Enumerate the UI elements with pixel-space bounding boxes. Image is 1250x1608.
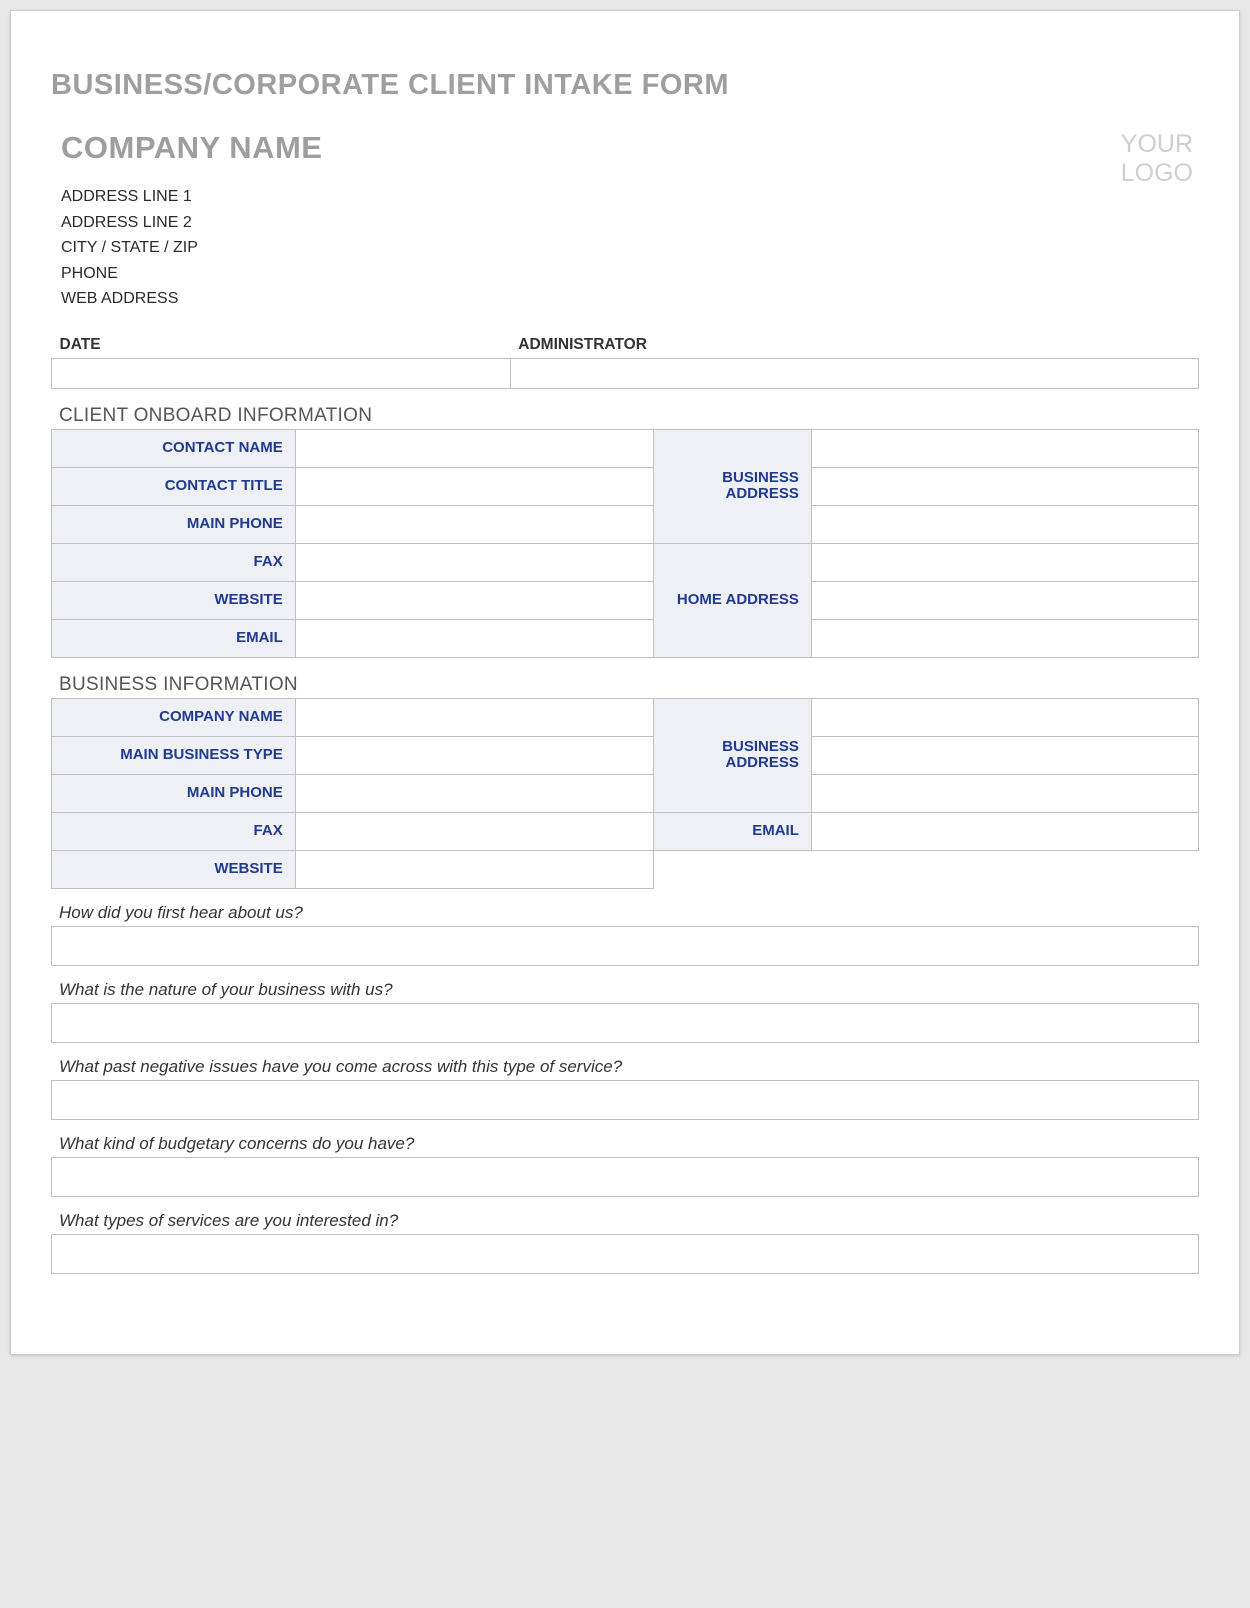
home-address-line3-input[interactable] xyxy=(811,619,1198,657)
administrator-label: ADMINISTRATOR xyxy=(518,336,647,353)
question-1-label: How did you first hear about us? xyxy=(59,903,1199,923)
form-main-title: BUSINESS/CORPORATE CLIENT INTAKE FORM xyxy=(51,69,1199,102)
question-2-input[interactable] xyxy=(51,1003,1199,1043)
company-name-heading: COMPANY NAME xyxy=(61,130,322,166)
question-5-input[interactable] xyxy=(51,1234,1199,1274)
city-state-zip: CITY / STATE / ZIP xyxy=(61,235,322,261)
question-3-input[interactable] xyxy=(51,1080,1199,1120)
address-line-1: ADDRESS LINE 1 xyxy=(61,184,322,210)
bi-website-input[interactable] xyxy=(295,850,653,888)
bi-business-address-line2-input[interactable] xyxy=(811,736,1198,774)
bi-main-phone-input[interactable] xyxy=(295,774,653,812)
home-address-label: HOME ADDRESS xyxy=(654,543,812,657)
email-input[interactable] xyxy=(295,619,653,657)
question-4-label: What kind of budgetary concerns do you h… xyxy=(59,1134,1199,1154)
website-label: WEBSITE xyxy=(52,581,296,619)
bi-email-input[interactable] xyxy=(811,812,1198,850)
bi-fax-input[interactable] xyxy=(295,812,653,850)
question-4-input[interactable] xyxy=(51,1157,1199,1197)
email-label: EMAIL xyxy=(52,619,296,657)
bi-company-name-input[interactable] xyxy=(295,698,653,736)
header-row: COMPANY NAME ADDRESS LINE 1 ADDRESS LINE… xyxy=(51,130,1199,312)
bi-website-label: WEBSITE xyxy=(52,850,296,888)
business-address-line3-input[interactable] xyxy=(811,505,1198,543)
question-3-label: What past negative issues have you come … xyxy=(59,1057,1199,1077)
business-address-label: BUSINESS ADDRESS xyxy=(654,429,812,543)
contact-title-label: CONTACT TITLE xyxy=(52,467,296,505)
contact-name-label: CONTACT NAME xyxy=(52,429,296,467)
main-phone-input[interactable] xyxy=(295,505,653,543)
date-admin-table: DATE ADMINISTRATOR xyxy=(51,332,1199,389)
client-onboard-heading: CLIENT ONBOARD INFORMATION xyxy=(59,405,1199,427)
logo-line-2: LOGO xyxy=(1121,159,1193,188)
business-address-line2-input[interactable] xyxy=(811,467,1198,505)
fax-label: FAX xyxy=(52,543,296,581)
bi-company-name-label: COMPANY NAME xyxy=(52,698,296,736)
bi-fax-label: FAX xyxy=(52,812,296,850)
logo-placeholder: YOUR LOGO xyxy=(1121,130,1193,188)
client-onboard-table: CONTACT NAME BUSINESS ADDRESS CONTACT TI… xyxy=(51,429,1199,658)
home-address-line2-input[interactable] xyxy=(811,581,1198,619)
date-input[interactable] xyxy=(52,358,511,388)
fax-input[interactable] xyxy=(295,543,653,581)
administrator-input[interactable] xyxy=(510,358,1198,388)
business-info-table: COMPANY NAME BUSINESS ADDRESS MAIN BUSIN… xyxy=(51,698,1199,889)
date-label: DATE xyxy=(60,336,101,353)
business-address-line1-input[interactable] xyxy=(811,429,1198,467)
web-address-line: WEB ADDRESS xyxy=(61,286,322,312)
bi-business-address-label: BUSINESS ADDRESS xyxy=(654,698,812,812)
bi-main-business-type-input[interactable] xyxy=(295,736,653,774)
bi-email-label: EMAIL xyxy=(654,812,812,850)
question-1-input[interactable] xyxy=(51,926,1199,966)
home-address-line1-input[interactable] xyxy=(811,543,1198,581)
business-info-heading: BUSINESS INFORMATION xyxy=(59,674,1199,696)
address-line-2: ADDRESS LINE 2 xyxy=(61,210,322,236)
company-address-block: ADDRESS LINE 1 ADDRESS LINE 2 CITY / STA… xyxy=(61,184,322,312)
bi-business-address-line1-input[interactable] xyxy=(811,698,1198,736)
bi-business-address-line3-input[interactable] xyxy=(811,774,1198,812)
question-5-label: What types of services are you intereste… xyxy=(59,1211,1199,1231)
question-2-label: What is the nature of your business with… xyxy=(59,980,1199,1000)
bi-main-phone-label: MAIN PHONE xyxy=(52,774,296,812)
contact-name-input[interactable] xyxy=(295,429,653,467)
contact-title-input[interactable] xyxy=(295,467,653,505)
page-container: BUSINESS/CORPORATE CLIENT INTAKE FORM CO… xyxy=(10,10,1240,1355)
bi-main-business-type-label: MAIN BUSINESS TYPE xyxy=(52,736,296,774)
phone-line: PHONE xyxy=(61,261,322,287)
main-phone-label: MAIN PHONE xyxy=(52,505,296,543)
website-input[interactable] xyxy=(295,581,653,619)
logo-line-1: YOUR xyxy=(1121,130,1193,159)
